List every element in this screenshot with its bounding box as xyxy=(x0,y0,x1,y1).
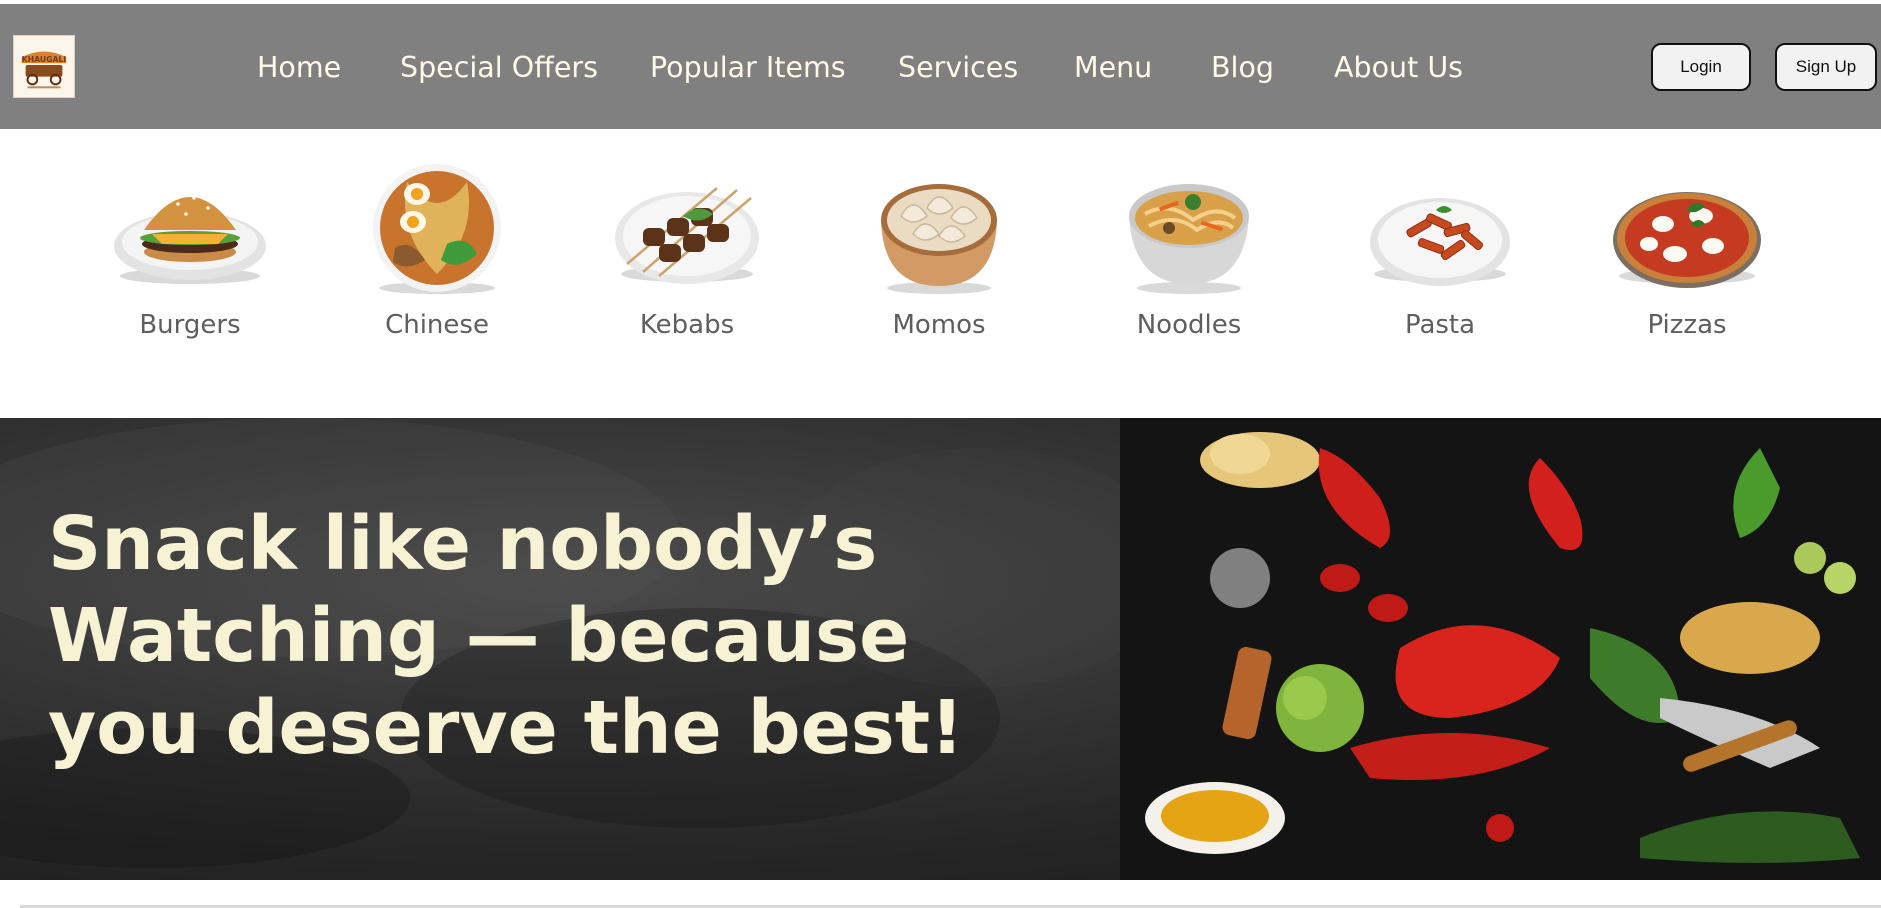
nav-services[interactable]: Services xyxy=(898,50,1018,86)
noodles-icon xyxy=(1089,164,1289,294)
category-momos[interactable]: Momos xyxy=(839,129,1039,349)
category-label: Pasta xyxy=(1404,310,1476,340)
nav-menu[interactable]: Menu xyxy=(1074,50,1152,86)
hero-banner: Snack like nobody’s Watching — because y… xyxy=(0,418,1881,880)
category-noodles[interactable]: Noodles xyxy=(1089,129,1289,349)
category-label: Pizzas xyxy=(1647,310,1727,340)
category-pasta[interactable]: Pasta xyxy=(1340,129,1540,349)
nav-about-us[interactable]: About Us xyxy=(1334,50,1463,86)
kebab-icon xyxy=(587,164,787,294)
food-categories: Burgers Chinese Kebabs Momos Noodles Pas… xyxy=(0,129,1881,418)
navbar: KHAUGALI Home Special Offers Popular Ite… xyxy=(0,4,1881,129)
nav-home[interactable]: Home xyxy=(257,50,341,86)
category-label: Chinese xyxy=(385,310,489,340)
page-bottom xyxy=(0,880,1881,908)
category-chinese[interactable]: Chinese xyxy=(337,129,537,349)
momos-icon xyxy=(839,164,1039,294)
signup-button[interactable]: Sign Up xyxy=(1775,43,1877,91)
pizza-icon xyxy=(1587,164,1787,294)
category-label: Noodles xyxy=(1136,310,1242,340)
category-pizzas[interactable]: Pizzas xyxy=(1587,129,1787,349)
login-button[interactable]: Login xyxy=(1651,43,1751,91)
nav-popular-items[interactable]: Popular Items xyxy=(650,50,846,86)
hero-headline: Snack like nobody’s Watching — because y… xyxy=(48,501,964,771)
vegetables-chilies-image xyxy=(1120,418,1881,880)
category-label: Momos xyxy=(892,310,986,340)
nav-blog[interactable]: Blog xyxy=(1211,50,1274,86)
category-label: Kebabs xyxy=(639,310,735,340)
main-nav: Home Special Offers Popular Items Servic… xyxy=(0,4,1881,129)
pasta-icon xyxy=(1340,164,1540,294)
nav-special-offers[interactable]: Special Offers xyxy=(400,50,598,86)
category-burgers[interactable]: Burgers xyxy=(90,129,290,349)
category-label: Burgers xyxy=(139,310,241,340)
chinese-bowl-icon xyxy=(337,164,537,294)
burger-icon xyxy=(90,164,290,294)
category-kebabs[interactable]: Kebabs xyxy=(587,129,787,349)
